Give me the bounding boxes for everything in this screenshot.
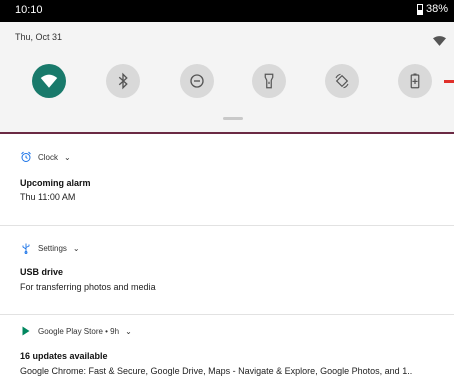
bluetooth-tile[interactable]: [106, 64, 140, 98]
expand-handle[interactable]: [223, 117, 243, 120]
notification-text: Google Chrome: Fast & Secure, Google Dri…: [20, 366, 413, 376]
chevron-down-icon[interactable]: ⌄: [64, 153, 71, 162]
notification-title: USB drive: [20, 267, 64, 277]
notification-play-store[interactable]: Google Play Store • 9h ⌄ 16 updates avai…: [0, 315, 454, 385]
notification-app-name: Settings: [38, 243, 67, 253]
battery-indicator: 38%: [416, 3, 448, 15]
chevron-down-icon[interactable]: ⌄: [125, 327, 132, 336]
battery-saver-tile[interactable]: [398, 64, 432, 98]
usb-icon: [22, 243, 30, 254]
quick-settings-tiles: [0, 64, 454, 100]
chevron-down-icon[interactable]: ⌄: [73, 244, 80, 253]
notification-header: Settings ⌄: [20, 242, 80, 254]
battery-percent: 38%: [425, 3, 448, 15]
auto-rotate-icon: [335, 73, 349, 89]
notification-clock[interactable]: Clock ⌄ Upcoming alarm Thu 11:00 AM: [0, 135, 454, 226]
notification-title: 16 updates available: [20, 351, 108, 361]
flashlight-icon: [264, 73, 274, 89]
alarm-clock-icon: [21, 151, 31, 162]
battery-saver-icon: [410, 73, 420, 89]
bluetooth-icon: [118, 72, 128, 90]
notification-app-name: Clock: [38, 152, 59, 162]
do-not-disturb-tile[interactable]: [180, 64, 214, 98]
quick-settings-panel: Thu, Oct 31: [0, 22, 454, 134]
qs-divider: [0, 132, 454, 134]
wifi-tile[interactable]: [32, 64, 66, 98]
notification-usb[interactable]: Settings ⌄ USB drive For transferring ph…: [0, 226, 454, 315]
red-indicator: [444, 80, 454, 83]
wifi-signal-icon: [433, 36, 446, 46]
auto-rotate-tile[interactable]: [325, 64, 359, 98]
qs-date: Thu, Oct 31: [15, 32, 63, 42]
flashlight-tile[interactable]: [252, 64, 286, 98]
wifi-icon: [40, 74, 58, 88]
notification-header: Clock ⌄: [20, 151, 71, 163]
notification-app-name: Google Play Store • 9h: [38, 326, 120, 336]
status-time: 10:10: [15, 4, 43, 16]
status-bar: 10:10 38%: [0, 0, 454, 22]
notification-title: Upcoming alarm: [20, 178, 91, 188]
battery-icon: [416, 3, 423, 15]
do-not-disturb-icon: [190, 74, 204, 88]
notification-text: For transferring photos and media: [20, 282, 156, 292]
notification-header: Google Play Store • 9h ⌄: [20, 325, 132, 337]
notification-text: Thu 11:00 AM: [20, 192, 76, 202]
play-store-icon: [22, 326, 30, 336]
